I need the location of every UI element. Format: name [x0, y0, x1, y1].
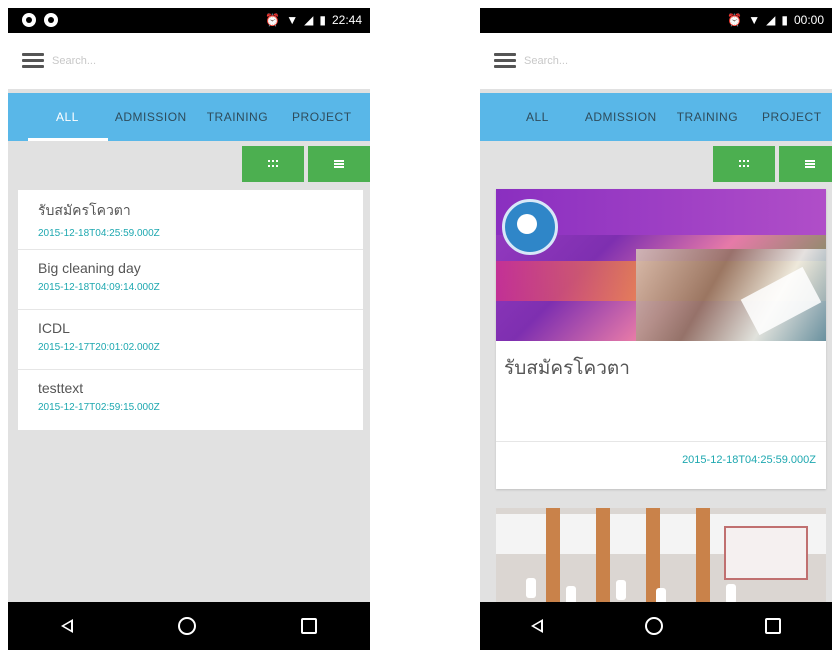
search-input[interactable]: [522, 49, 726, 73]
view-toggle: [242, 146, 370, 182]
card-banner-image: [496, 189, 826, 341]
grid-view-icon: [268, 160, 278, 168]
messenger-icon: [44, 13, 58, 27]
status-time: 00:00: [793, 13, 824, 27]
item-date: 2015-12-18T04:09:14.000Z: [38, 282, 160, 293]
tab-admission[interactable]: ADMISSION: [575, 110, 667, 124]
grid-view-button[interactable]: [713, 146, 775, 182]
android-nav-bar: [480, 602, 832, 650]
item-title: testtext: [38, 380, 84, 396]
back-triangle-icon[interactable]: [60, 619, 73, 633]
category-tabs: ALL ADMISSION TRAINING PROJECT: [480, 93, 832, 141]
back-triangle-icon[interactable]: [531, 619, 543, 633]
home-circle-icon[interactable]: [177, 617, 196, 635]
signal-icon: ◢: [766, 13, 776, 27]
card-date: 2015-12-18T04:25:59.000Z: [682, 454, 816, 466]
list-view-icon: [334, 160, 344, 168]
search-bar: [480, 33, 832, 89]
status-time: 22:44: [331, 13, 362, 27]
status-bar: ⏰ ▼ ◢ ▮ 00:00: [480, 8, 832, 33]
item-title: รับสมัครโควตา: [38, 202, 131, 218]
alarm-icon: ⏰: [727, 13, 743, 27]
active-tab-indicator: [28, 138, 108, 141]
hamburger-menu-icon[interactable]: [494, 53, 516, 69]
android-nav-bar: [8, 602, 370, 650]
list-item[interactable]: testtext 2015-12-17T02:59:15.000Z: [18, 370, 363, 430]
wifi-icon: ▼: [748, 13, 761, 27]
list-view-button[interactable]: [308, 146, 370, 182]
list-view-button[interactable]: [779, 146, 832, 182]
view-toggle: [713, 146, 832, 182]
tab-project[interactable]: PROJECT: [282, 110, 362, 124]
search-bar: [8, 33, 370, 89]
news-list: รับสมัครโควตา 2015-12-18T04:25:59.000Z B…: [18, 190, 363, 430]
item-date: 2015-12-17T20:01:02.000Z: [38, 342, 160, 353]
location-icon: [22, 13, 36, 27]
news-card[interactable]: รับสมัครโควตา 2015-12-18T04:25:59.000Z: [496, 189, 826, 489]
recent-square-icon[interactable]: [301, 618, 318, 634]
status-bar: ⏰ ▼ ◢ ▮ 22:44: [8, 8, 370, 33]
list-item[interactable]: ICDL 2015-12-17T20:01:02.000Z: [18, 310, 363, 370]
search-input[interactable]: [50, 49, 254, 73]
list-item[interactable]: Big cleaning day 2015-12-18T04:09:14.000…: [18, 250, 363, 310]
item-title: ICDL: [38, 320, 70, 336]
tab-training[interactable]: TRAINING: [667, 110, 748, 124]
home-circle-icon[interactable]: [645, 617, 663, 635]
tab-training[interactable]: TRAINING: [197, 110, 278, 124]
card-title: รับสมัครโควตา: [504, 358, 630, 379]
hamburger-menu-icon[interactable]: [22, 53, 44, 69]
recent-square-icon[interactable]: [765, 618, 781, 634]
tab-admission[interactable]: ADMISSION: [105, 110, 197, 124]
battery-icon: ▮: [781, 13, 788, 27]
university-seal-icon: [502, 199, 558, 255]
alarm-icon: ⏰: [265, 13, 281, 27]
item-date: 2015-12-18T04:25:59.000Z: [38, 228, 160, 239]
item-title: Big cleaning day: [38, 260, 141, 276]
category-tabs: ALL ADMISSION TRAINING PROJECT: [8, 93, 370, 141]
tab-all[interactable]: ALL: [46, 110, 89, 124]
wifi-icon: ▼: [286, 13, 299, 27]
phone-screen-card-view: ⏰ ▼ ◢ ▮ 00:00 ALL ADMISSION TRAINING PRO…: [480, 8, 832, 650]
grid-view-icon: [739, 160, 749, 168]
tab-all[interactable]: ALL: [516, 110, 559, 124]
list-view-icon: [805, 160, 815, 168]
battery-icon: ▮: [319, 13, 326, 27]
phone-screen-list-view: ⏰ ▼ ◢ ▮ 22:44 ALL ADMISSION TRAINING PRO…: [8, 8, 370, 650]
list-item[interactable]: รับสมัครโควตา 2015-12-18T04:25:59.000Z: [18, 190, 363, 250]
grid-view-button[interactable]: [242, 146, 304, 182]
signal-icon: ◢: [304, 13, 314, 27]
item-date: 2015-12-17T02:59:15.000Z: [38, 402, 160, 413]
tab-project[interactable]: PROJECT: [752, 110, 832, 124]
